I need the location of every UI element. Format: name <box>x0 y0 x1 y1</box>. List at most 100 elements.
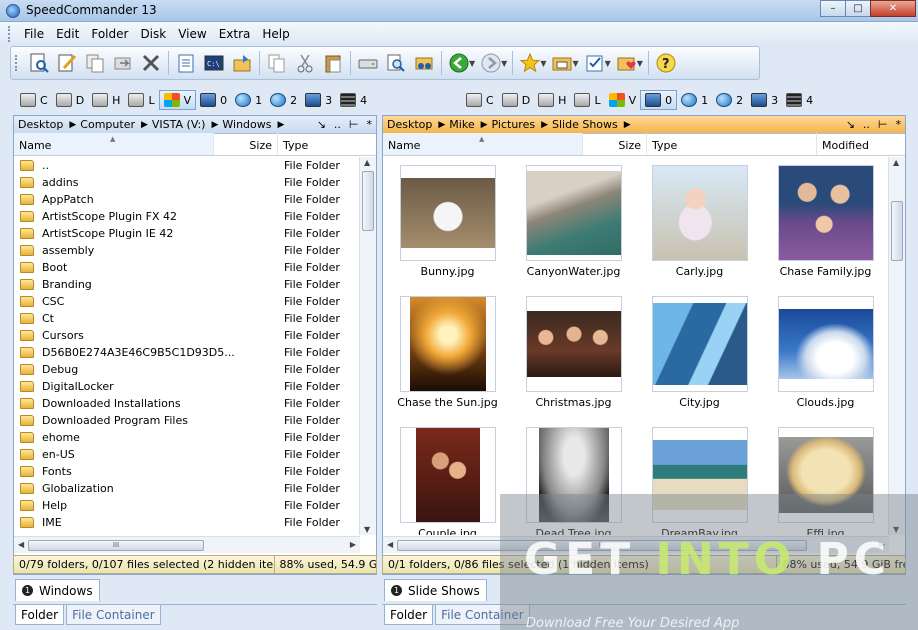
left-file-container-tab[interactable]: File Container <box>66 605 161 625</box>
thumbnail-item[interactable]: Chase the Sun.jpg <box>385 290 510 421</box>
drive-button-d[interactable]: D <box>498 90 534 110</box>
drive-button-c[interactable]: C <box>16 90 52 110</box>
breadcrumb-desktop[interactable]: Desktop <box>387 118 432 131</box>
left-hscroll-thumb[interactable]: III <box>28 540 204 551</box>
breadcrumb-computer[interactable]: Computer <box>80 118 135 131</box>
left-vertical-scrollbar[interactable]: ▲ ▼ <box>359 157 376 535</box>
breadcrumb-separator-icon[interactable]: ▶ <box>624 120 631 130</box>
menu-file[interactable]: File <box>18 27 50 41</box>
left-horizontal-scrollbar[interactable]: ◀ III ▶ <box>14 536 360 553</box>
drive-button-3[interactable]: 3 <box>301 90 336 110</box>
copy-clipboard-button[interactable] <box>263 50 291 76</box>
file-row[interactable]: Ct File Folder <box>14 310 358 327</box>
menu-view[interactable]: View <box>172 27 212 41</box>
paste-button[interactable] <box>319 50 347 76</box>
drive-button-1[interactable]: 1 <box>231 90 266 110</box>
menu-help[interactable]: Help <box>256 27 295 41</box>
minimize-button[interactable]: – <box>820 0 846 17</box>
thumbnail-item[interactable]: Chase Family.jpg <box>763 159 888 290</box>
scroll-left-icon[interactable]: ◀ <box>18 540 24 549</box>
find-folder-button[interactable] <box>410 50 438 76</box>
column-type[interactable]: Type <box>647 133 817 155</box>
right-vertical-scrollbar[interactable]: ▲ ▼ <box>888 157 905 535</box>
tab-windows[interactable]: 1 Windows <box>15 579 100 601</box>
favorite-folders-dropdown-icon[interactable]: ▼ <box>637 59 643 68</box>
thumbnail-item[interactable]: Carly.jpg <box>637 159 762 290</box>
scroll-up-icon[interactable]: ▲ <box>893 158 899 167</box>
drive-button-l[interactable]: L <box>570 90 604 110</box>
breadcrumb-separator-icon[interactable]: ▶ <box>481 120 488 130</box>
left-vscroll-thumb[interactable] <box>362 171 374 231</box>
scroll-down-icon[interactable]: ▼ <box>364 525 370 534</box>
maximize-button[interactable]: □ <box>845 0 871 17</box>
drive-button-0[interactable]: 0 <box>640 90 678 110</box>
move-file-button[interactable] <box>109 50 137 76</box>
thumbnail-item[interactable]: Bunny.jpg <box>385 159 510 290</box>
column-size[interactable]: Size <box>583 133 647 155</box>
toolbar-grip[interactable] <box>15 55 19 71</box>
thumbnail-item[interactable]: Clouds.jpg <box>763 290 888 421</box>
menu-extra[interactable]: Extra <box>213 27 257 41</box>
file-row[interactable]: IME File Folder <box>14 514 358 531</box>
file-row[interactable]: Help File Folder <box>14 497 358 514</box>
thumbnail-item[interactable]: Christmas.jpg <box>511 290 636 421</box>
breadcrumb-desktop[interactable]: Desktop <box>18 118 63 131</box>
drive-button-3[interactable]: 3 <box>747 90 782 110</box>
right-vscroll-thumb[interactable] <box>891 201 903 261</box>
file-row[interactable]: addins File Folder <box>14 174 358 191</box>
file-row[interactable]: ArtistScope Plugin FX 42 File Folder <box>14 208 358 225</box>
menu-grip[interactable] <box>8 26 12 42</box>
forward-dropdown-icon[interactable]: ▼ <box>501 59 507 68</box>
view-file-button[interactable] <box>25 50 53 76</box>
go-up-icon[interactable]: .. <box>334 118 341 131</box>
file-row[interactable]: Fonts File Folder <box>14 463 358 480</box>
delete-button[interactable] <box>137 50 165 76</box>
close-button[interactable]: ✕ <box>870 0 916 17</box>
thumbnail-item[interactable]: City.jpg <box>637 290 762 421</box>
right-folder-tab[interactable]: Folder <box>384 605 434 625</box>
column-size[interactable]: Size <box>214 133 278 155</box>
scroll-right-icon[interactable]: ▶ <box>350 540 356 549</box>
copy-file-button[interactable] <box>81 50 109 76</box>
breadcrumb-slide-shows[interactable]: Slide Shows <box>552 118 618 131</box>
drive-button-h[interactable]: H <box>88 90 124 110</box>
file-row[interactable]: ehome File Folder <box>14 429 358 446</box>
star-icon[interactable]: * <box>896 118 902 131</box>
tab-slide-shows[interactable]: 1 Slide Shows <box>384 579 487 601</box>
cut-button[interactable] <box>291 50 319 76</box>
star-icon[interactable]: * <box>367 118 373 131</box>
thumbnail-item[interactable]: CanyonWater.jpg <box>511 159 636 290</box>
breadcrumb-separator-icon[interactable]: ▶ <box>69 120 76 130</box>
file-row[interactable]: Downloaded Installations File Folder <box>14 395 358 412</box>
breadcrumb-separator-icon[interactable]: ▶ <box>541 120 548 130</box>
file-row[interactable]: en-US File Folder <box>14 446 358 463</box>
go-up-icon[interactable]: .. <box>863 118 870 131</box>
drive-button-2[interactable]: 2 <box>266 90 301 110</box>
drive-button-4[interactable]: 4 <box>336 90 371 110</box>
drive-button-v[interactable]: V <box>158 90 197 110</box>
favorites-dropdown-icon[interactable]: ▼ <box>540 59 546 68</box>
back-dropdown-icon[interactable]: ▼ <box>469 59 475 68</box>
breadcrumb-vista[interactable]: VISTA (V:) <box>152 118 206 131</box>
search-button[interactable] <box>382 50 410 76</box>
scroll-up-icon[interactable]: ▲ <box>364 158 370 167</box>
drive-button-2[interactable]: 2 <box>712 90 747 110</box>
properties-button[interactable] <box>172 50 200 76</box>
breadcrumb-separator-icon[interactable]: ▶ <box>211 120 218 130</box>
tree-view-icon[interactable]: ⊢ <box>878 118 888 131</box>
breadcrumb-pictures[interactable]: Pictures <box>492 118 536 131</box>
file-row[interactable]: Debug File Folder <box>14 361 358 378</box>
file-row[interactable]: Boot File Folder <box>14 259 358 276</box>
file-row[interactable]: D56B0E274A3E46C9B5C1D93D5... File Folder <box>14 344 358 361</box>
breadcrumb-mike[interactable]: Mike <box>449 118 474 131</box>
thumbnail-item[interactable]: Couple.jpg <box>385 421 510 535</box>
tree-view-icon[interactable]: ⊢ <box>349 118 359 131</box>
command-prompt-button[interactable]: C:\ <box>200 50 228 76</box>
sync-button[interactable] <box>228 50 256 76</box>
left-folder-tab[interactable]: Folder <box>15 605 65 625</box>
right-path-bar[interactable]: Desktop ▶ Mike ▶ Pictures ▶ Slide Shows ▶ ↘ … <box>383 116 905 134</box>
menu-disk[interactable]: Disk <box>134 27 172 41</box>
drive-button-d[interactable]: D <box>52 90 88 110</box>
go-root-icon[interactable]: ↘ <box>317 118 326 131</box>
drive-button-v[interactable]: V <box>605 90 641 110</box>
